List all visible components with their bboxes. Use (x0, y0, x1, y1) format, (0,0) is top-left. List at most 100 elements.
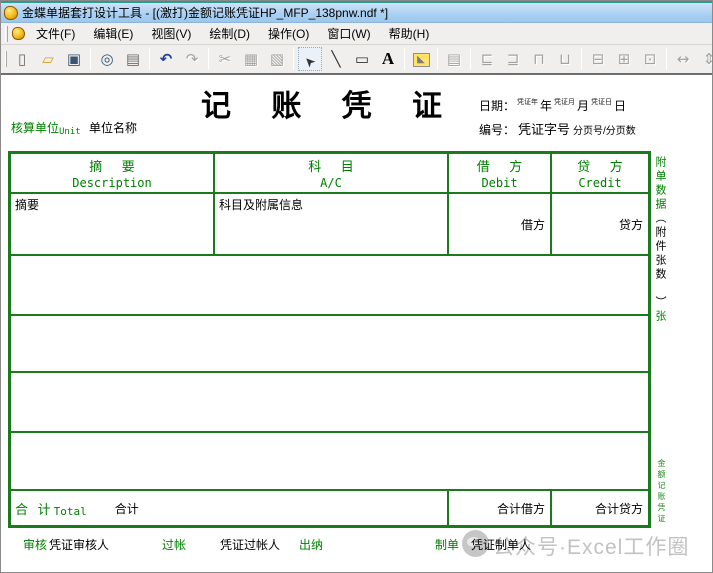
attachment-count-strip[interactable]: 附单数据（附件张数 ）张 (652, 156, 668, 324)
signature-label[interactable]: 审核 (23, 536, 47, 553)
equal-size-icon: ⊡ (644, 48, 657, 70)
equal-width-button[interactable]: ⊞ (612, 47, 636, 71)
menu-item[interactable]: 文件(F) (27, 23, 84, 44)
signature-label[interactable]: 制单 (435, 536, 459, 553)
toolbar-grip[interactable] (5, 51, 7, 67)
field-voucher-year[interactable]: 凭证年 (517, 99, 538, 106)
credit-header-cn: 贷 方 (569, 156, 631, 175)
field-voucher-month[interactable]: 凭证月 (554, 99, 575, 106)
toolbar-separator (666, 48, 667, 70)
signature-label[interactable]: 出纳 (299, 536, 323, 553)
total-label-en: Total (54, 505, 87, 518)
signature-field[interactable]: 凭证过帐人 (220, 536, 280, 553)
attachment-strip-text: ） (654, 282, 666, 310)
space-horizontal-button[interactable]: ↔ (671, 47, 695, 71)
equal-size-button[interactable]: ⊡ (638, 47, 662, 71)
field-voucher-day[interactable]: 凭证日 (591, 99, 612, 106)
field-total-credit[interactable]: 合计贷方 (552, 491, 648, 525)
field-total[interactable]: 合计 (115, 500, 139, 517)
print-preview-icon: ◎ (100, 48, 113, 70)
field-unit-name[interactable]: 单位名称 (89, 121, 137, 135)
menu-bar: 文件(F)编辑(E)视图(V)绘制(D)操作(O)窗口(W)帮助(H) (1, 23, 712, 45)
empty-row[interactable] (11, 433, 648, 491)
signature-field[interactable]: 凭证制单人 (471, 536, 531, 553)
insert-image-button[interactable]: ◣ (409, 47, 433, 71)
select-cursor-button[interactable]: ➤ (298, 47, 322, 71)
paste-button[interactable]: ▧ (265, 47, 289, 71)
properties-icon: ▤ (447, 48, 461, 70)
menu-item[interactable]: 编辑(E) (84, 23, 142, 44)
total-row-label[interactable]: 合 计 Total 合计 (11, 491, 449, 525)
redo-button[interactable]: ↷ (180, 47, 204, 71)
toolbar-separator (581, 48, 582, 70)
print-preview-button[interactable]: ◎ (95, 47, 119, 71)
empty-row[interactable] (11, 373, 648, 433)
open-folder-button[interactable]: ▱ (36, 47, 60, 71)
empty-row[interactable] (11, 316, 648, 373)
copy-button[interactable]: ▦ (239, 47, 263, 71)
signature-footer: 审核凭证审核人 过帐 凭证过帐人 出纳 制单凭证制单人 (1, 536, 713, 558)
unit-label-en: Unit (59, 127, 81, 137)
align-right-button[interactable]: ⊒ (501, 47, 525, 71)
align-top-button[interactable]: ⊓ (527, 47, 551, 71)
paste-icon: ▧ (270, 48, 284, 70)
number-line[interactable]: 编号：凭证字号分页号/分页数 (479, 119, 636, 138)
signature-field[interactable]: 凭证审核人 (49, 536, 109, 553)
align-bottom-icon: ⊔ (559, 48, 571, 70)
account-header-cn: 科 目 (300, 156, 362, 175)
field-voucher-number[interactable]: 凭证字号 (518, 122, 570, 137)
toolbar-separator (470, 48, 471, 70)
menu-item[interactable]: 帮助(H) (380, 23, 439, 44)
empty-row[interactable] (11, 256, 648, 316)
draw-rectangle-button[interactable]: ▭ (350, 47, 374, 71)
field-credit[interactable]: 贷方 (552, 194, 648, 256)
draw-text-button[interactable]: A (376, 47, 400, 71)
insert-image-icon: ◣ (413, 53, 430, 67)
draw-line-button[interactable]: ╲ (324, 47, 348, 71)
cut-button[interactable]: ✂ (213, 47, 237, 71)
voucher-table: 摘 要 Description 科 目 A/C 借 方 Debit 贷 方 Cr… (8, 151, 651, 528)
undo-icon: ↶ (160, 48, 173, 70)
date-line[interactable]: 日期：凭证年年凭证月月凭证日日 (479, 97, 626, 114)
draw-text-icon: A (382, 48, 394, 70)
menu-item[interactable]: 视图(V) (142, 23, 200, 44)
align-bottom-button[interactable]: ⊔ (553, 47, 577, 71)
title-bar[interactable]: 金蝶单据套打设计工具 - [(激打)金额记账凭证HP_MFP_138pnw.nd… (1, 3, 712, 23)
signature-label[interactable]: 过帐 (162, 536, 186, 553)
space-vertical-button[interactable]: ⇕ (697, 47, 713, 71)
new-document-button[interactable]: ▯ (10, 47, 34, 71)
align-right-icon: ⊒ (507, 48, 520, 70)
col-header-summary[interactable]: 摘 要 Description (11, 154, 215, 194)
menu-item[interactable]: 操作(O) (259, 23, 318, 44)
field-page-numbers[interactable]: 分页号/分页数 (573, 126, 636, 137)
properties-button[interactable]: ▤ (442, 47, 466, 71)
align-left-icon: ⊑ (481, 48, 494, 70)
menu-item[interactable]: 窗口(W) (318, 23, 379, 44)
draw-rectangle-icon: ▭ (355, 48, 369, 70)
unit-line[interactable]: 核算单位Unit 单位名称 (11, 119, 137, 137)
attachment-strip-text: 附单数据 (654, 156, 666, 212)
equal-height-button[interactable]: ⊟ (586, 47, 610, 71)
field-debit[interactable]: 借方 (449, 194, 552, 256)
field-total-debit[interactable]: 合计借方 (449, 491, 552, 525)
menu-grip[interactable] (5, 26, 8, 42)
save-button[interactable]: ▣ (62, 47, 86, 71)
print-button[interactable]: ▤ (121, 47, 145, 71)
col-header-credit[interactable]: 贷 方 Credit (552, 154, 648, 194)
menu-item[interactable]: 绘制(D) (200, 23, 259, 44)
new-document-icon: ▯ (18, 48, 26, 70)
day-unit: 日 (614, 99, 626, 113)
undo-button[interactable]: ↶ (154, 47, 178, 71)
align-left-button[interactable]: ⊑ (475, 47, 499, 71)
field-account[interactable]: 科目及附属信息 (215, 194, 449, 256)
design-canvas[interactable]: 记 账 凭 证 日期：凭证年年凭证月月凭证日日 核算单位Unit 单位名称 编号… (1, 75, 713, 573)
field-summary[interactable]: 摘要 (11, 194, 215, 256)
col-header-account[interactable]: 科 目 A/C (215, 154, 449, 194)
total-label-cn: 合 计 (15, 499, 54, 518)
attachment-strip-text: （附件张数 (654, 212, 666, 282)
toolbar: ▯▱▣◎▤↶↷✂▦▧➤╲▭A◣▤⊑⊒⊓⊔⊟⊞⊡↔⇕↨▮⊡ 80. (1, 45, 712, 75)
date-label: 日期： (479, 99, 515, 113)
template-name-note: 金额记账凭证 (656, 459, 667, 525)
col-header-debit[interactable]: 借 方 Debit (449, 154, 552, 194)
app-window: 金蝶单据套打设计工具 - [(激打)金额记账凭证HP_MFP_138pnw.nd… (0, 0, 713, 573)
